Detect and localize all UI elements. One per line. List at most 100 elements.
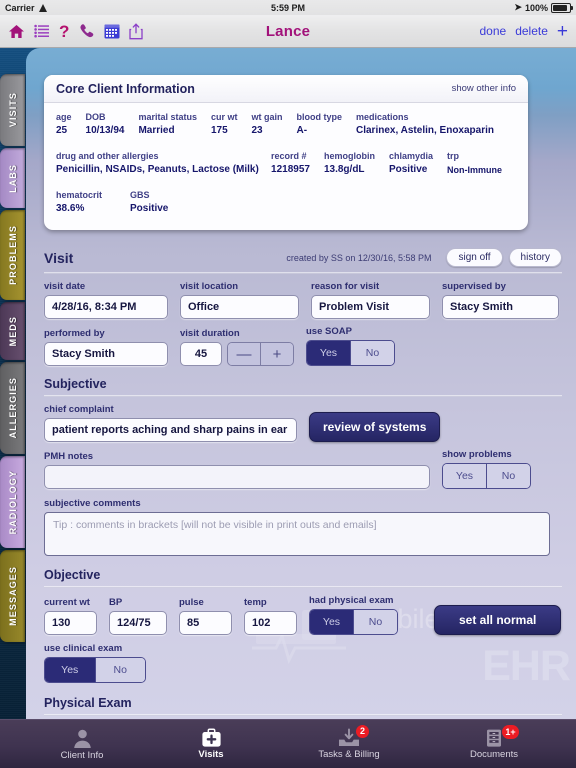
- use-clinical-exam-no-option[interactable]: No: [94, 658, 145, 682]
- set-all-normal-button[interactable]: set all normal: [434, 605, 562, 635]
- show-problems-yes-option[interactable]: Yes: [443, 464, 486, 488]
- sidebar-tab-visits[interactable]: VISITS: [0, 74, 25, 146]
- physical-exam-heading: Physical Exam: [44, 696, 132, 710]
- location-arrow-icon: ➤: [514, 2, 522, 12]
- person-icon: [73, 729, 91, 748]
- bottom-tab-label: Visits: [198, 749, 224, 760]
- field-label: cur wt: [210, 112, 238, 122]
- plus-icon[interactable]: +: [260, 343, 293, 365]
- use-soap-yes-option[interactable]: Yes: [307, 341, 350, 365]
- field-label: age: [56, 112, 72, 122]
- nav-icon-group: ?: [8, 23, 143, 40]
- vitals-row: current wt 130 BP 124/75 pulse 85 temp 1…: [44, 595, 576, 635]
- subjective-comments-field: subjective comments Tip : comments in br…: [44, 498, 576, 556]
- client-info-row: hematocrit 38.6% GBS Positive: [56, 189, 516, 216]
- badge-tasks: 2: [356, 725, 369, 738]
- visit-duration-value[interactable]: 45: [180, 342, 222, 366]
- field-value: 25: [56, 125, 68, 136]
- help-icon[interactable]: ?: [58, 23, 70, 40]
- had-physical-exam-no-option[interactable]: No: [353, 610, 397, 634]
- field-value: Clarinex, Astelin, Enoxaparin: [356, 125, 495, 136]
- sidebar-tab-problems[interactable]: PROBLEMS: [0, 210, 25, 300]
- reason-for-visit-label: reason for visit: [311, 281, 380, 292]
- visit-section: Visit created by SS on 12/30/16, 5:58 PM…: [44, 248, 576, 720]
- sign-off-button[interactable]: sign off: [446, 248, 503, 267]
- phone-icon[interactable]: [79, 23, 95, 39]
- bottom-tab-client-info[interactable]: Client Info: [36, 728, 128, 761]
- supervised-by-input[interactable]: Stacy Smith: [442, 295, 559, 319]
- sidebar-tab-label: MEDS: [7, 315, 18, 347]
- bottom-tab-visits[interactable]: Visits: [172, 728, 250, 760]
- history-button[interactable]: history: [508, 248, 562, 267]
- pmh-notes-label: PMH notes: [44, 451, 94, 462]
- minus-icon[interactable]: —: [228, 343, 260, 365]
- field-label: hematocrit: [56, 190, 103, 200]
- nav-actions: done delete +: [479, 22, 568, 41]
- done-button[interactable]: done: [479, 24, 506, 38]
- subjective-comments-textarea[interactable]: Tip : comments in brackets [will not be …: [44, 512, 550, 556]
- divider: [44, 714, 562, 716]
- sidebar-tab-radiology[interactable]: RADIOLOGY: [0, 456, 25, 548]
- subjective-heading: Subjective: [44, 377, 107, 391]
- field-trp: trp Non-Immune: [447, 150, 502, 177]
- had-physical-exam-yes-option[interactable]: Yes: [310, 610, 353, 634]
- client-info-row: drug and other allergies Penicillin, NSA…: [56, 150, 516, 177]
- sidebar-tab-allergies[interactable]: ALLERGIES: [0, 362, 25, 454]
- temp-field: temp 102: [244, 597, 297, 635]
- delete-button[interactable]: delete: [515, 24, 548, 38]
- main-content: mobile EHR Core Client Information show …: [26, 48, 576, 720]
- visit-location-input[interactable]: Office: [180, 295, 299, 319]
- pmh-notes-input[interactable]: [44, 465, 430, 489]
- home-icon[interactable]: [8, 24, 25, 39]
- field-age: age 25: [56, 111, 72, 138]
- field-value: Married: [138, 125, 175, 136]
- field-record-number: record # 1218957: [271, 150, 310, 177]
- field-value: Positive: [388, 164, 428, 175]
- add-icon[interactable]: +: [557, 22, 568, 41]
- list-icon[interactable]: [34, 24, 49, 38]
- current-wt-label: current wt: [44, 597, 90, 608]
- card-header: Core Client Information show other info: [44, 75, 528, 103]
- visit-duration-stepper: 45 — +: [180, 342, 294, 366]
- temp-input[interactable]: 102: [244, 611, 297, 635]
- field-label: blood type: [296, 112, 343, 122]
- pulse-field: pulse 85: [179, 597, 232, 635]
- bottom-tab-bar: Client Info Visits 2 Tasks & Billing 1+ …: [0, 719, 576, 768]
- show-problems-label: show problems: [442, 449, 512, 460]
- medical-bag-icon: [201, 728, 221, 747]
- pulse-input[interactable]: 85: [179, 611, 232, 635]
- review-of-systems-button[interactable]: review of systems: [309, 412, 441, 442]
- show-problems-no-option[interactable]: No: [486, 464, 530, 488]
- field-label: chlamydia: [388, 151, 433, 161]
- reason-for-visit-input[interactable]: Problem Visit: [311, 295, 430, 319]
- sidebar-tab-labs[interactable]: LABS: [0, 148, 25, 208]
- sidebar-tab-label: RADIOLOGY: [7, 469, 18, 535]
- share-icon[interactable]: [129, 23, 143, 40]
- performed-by-input[interactable]: Stacy Smith: [44, 342, 168, 366]
- use-soap-no-option[interactable]: No: [350, 341, 394, 365]
- status-bar: Carrier 5:59 PM ➤ 100%: [0, 0, 576, 15]
- divider: [44, 395, 562, 397]
- bottom-tab-tasks-billing[interactable]: 2 Tasks & Billing: [294, 725, 404, 760]
- supervised-by-label: supervised by: [442, 281, 506, 292]
- current-wt-input[interactable]: 130: [44, 611, 97, 635]
- sidebar-tab-label: PROBLEMS: [7, 225, 18, 285]
- visit-date-input[interactable]: 4/28/16, 8:34 PM: [44, 295, 168, 319]
- field-label: trp: [447, 151, 459, 161]
- sidebar-tab-messages[interactable]: MESSAGES: [0, 550, 25, 642]
- bottom-tab-documents[interactable]: 1+ Documents: [448, 725, 540, 760]
- field-label: drug and other allergies: [56, 151, 159, 161]
- battery-percent-label: 100%: [524, 2, 548, 13]
- chief-complaint-input[interactable]: patient reports aching and sharp pains i…: [44, 418, 297, 442]
- show-problems-field: show problems Yes No: [442, 449, 531, 489]
- field-value: Non-Immune: [447, 165, 502, 175]
- field-marital-status: marital status Married: [138, 111, 197, 138]
- field-label: GBS: [130, 190, 150, 200]
- sidebar-tab-meds[interactable]: MEDS: [0, 302, 25, 360]
- bp-input[interactable]: 124/75: [109, 611, 167, 635]
- show-other-info-button[interactable]: show other info: [452, 83, 516, 94]
- use-clinical-exam-yes-option[interactable]: Yes: [45, 658, 95, 682]
- calendar-icon[interactable]: [104, 23, 120, 39]
- chief-complaint-field: chief complaint patient reports aching a…: [44, 404, 297, 442]
- field-cur-wt: cur wt 175: [211, 111, 238, 138]
